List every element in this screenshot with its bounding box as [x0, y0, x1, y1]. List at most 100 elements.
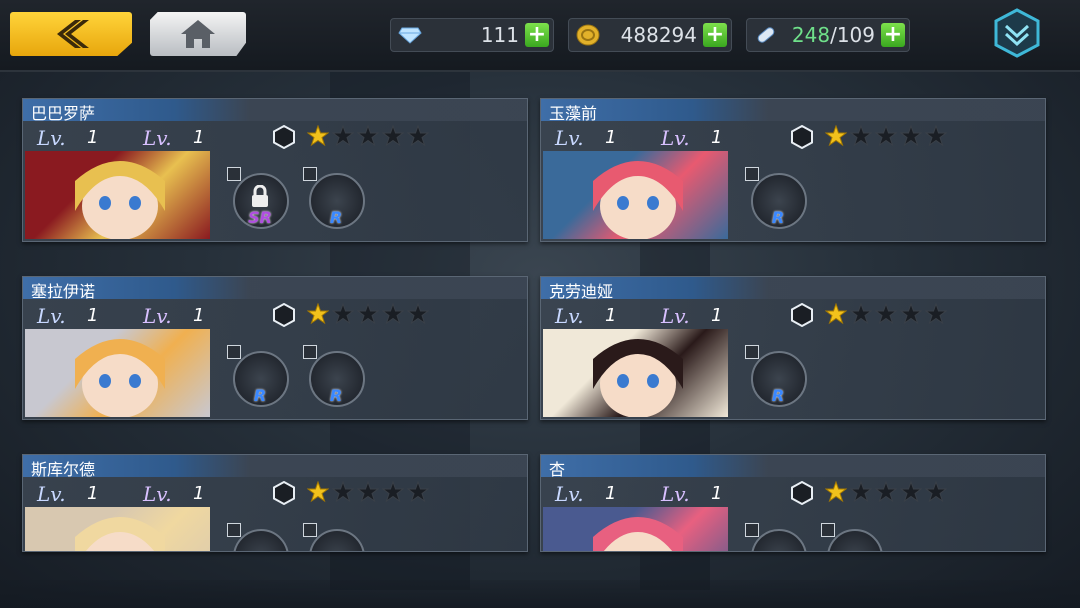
portrait-face [75, 161, 165, 239]
level-row: Lv. 1 [35, 481, 98, 505]
level-value: 1 [605, 304, 617, 326]
back-arrow-icon [57, 20, 89, 48]
svg-text:Lv.: Lv. [142, 126, 172, 149]
star-rating [825, 125, 947, 149]
equipment-slot[interactable]: R [303, 345, 369, 411]
character-name-bar: 克劳迪娅 [541, 277, 1045, 301]
equipment-slot[interactable] [745, 523, 811, 551]
star-icon [900, 481, 922, 503]
level-value: 1 [87, 126, 99, 148]
level-icon: Lv. [142, 304, 172, 327]
stamina-current: 248 [791, 23, 831, 47]
star-icon [925, 303, 947, 325]
character-name: 杏 [549, 460, 566, 479]
hexagon-icon [791, 303, 813, 327]
level-row: Lv. 1 [659, 125, 722, 149]
slot-corner [821, 523, 835, 537]
equipment-slot[interactable]: R [303, 167, 369, 233]
gem-counter: 111 + [390, 18, 554, 52]
level-icon: Lv. [142, 482, 172, 505]
portrait-face [593, 517, 683, 551]
hexagon-icon [273, 125, 295, 149]
character-card[interactable]: 克劳迪娅 Lv. 1 Lv. 1 R [540, 276, 1046, 420]
equipment-slot[interactable]: R [227, 345, 293, 411]
equipment-icon [827, 529, 883, 551]
equipment-icon [309, 529, 365, 551]
svg-text:Lv.: Lv. [660, 482, 690, 505]
svg-text:Lv.: Lv. [660, 304, 690, 327]
star-rating [825, 481, 947, 505]
level-icon: Lv. [36, 304, 66, 327]
character-name: 克劳迪娅 [549, 282, 614, 301]
level-value: 1 [193, 126, 205, 148]
svg-text:Lv.: Lv. [554, 126, 584, 149]
character-card[interactable]: 斯库尔德 Lv. 1 Lv. 1 [22, 454, 528, 552]
slot-corner [745, 345, 759, 359]
level-row: Lv. 1 [35, 303, 98, 327]
star-icon [332, 481, 354, 503]
star-icon [850, 125, 872, 147]
svg-text:Lv.: Lv. [142, 482, 172, 505]
character-card[interactable]: 杏 Lv. 1 Lv. 1 [540, 454, 1046, 552]
stamina-pill-icon [753, 24, 779, 46]
level-row: Lv. 1 [659, 481, 722, 505]
equipment-slot[interactable]: R [745, 167, 811, 233]
star-rating [307, 303, 429, 327]
level-icon: Lv. [660, 482, 690, 505]
svg-text:Lv.: Lv. [36, 482, 66, 505]
gem-plus-button[interactable]: + [525, 23, 549, 47]
star-icon [357, 125, 379, 147]
level-icon: Lv. [36, 482, 66, 505]
star-icon [407, 303, 429, 325]
star-icon [382, 125, 404, 147]
back-button[interactable] [10, 12, 132, 56]
coin-icon [575, 24, 601, 46]
star-rating [825, 303, 947, 327]
rarity-label: R [771, 386, 785, 405]
star-icon [407, 125, 429, 147]
level-row: Lv. 1 [141, 481, 204, 505]
equipment-icon [233, 529, 289, 551]
star-icon [357, 481, 379, 503]
level-row: Lv. 1 [141, 303, 204, 327]
home-icon [181, 20, 215, 48]
star-icon [382, 303, 404, 325]
level-row: Lv. 1 [553, 303, 616, 327]
level-icon: Lv. [36, 126, 66, 149]
level-icon: Lv. [142, 126, 172, 149]
character-card[interactable]: 玉藻前 Lv. 1 Lv. 1 R [540, 98, 1046, 242]
rarity-label: R [329, 208, 343, 227]
equipment-slot[interactable]: SR [227, 167, 293, 233]
gem-icon [397, 24, 423, 46]
gold-plus-button[interactable]: + [703, 23, 727, 47]
level-value: 1 [193, 482, 205, 504]
level-icon: Lv. [554, 304, 584, 327]
portrait-face [593, 161, 683, 239]
hexagon-icon [273, 481, 295, 505]
equipment-slot[interactable] [303, 523, 369, 551]
svg-text:Lv.: Lv. [554, 304, 584, 327]
gem-count: 111 [480, 23, 519, 47]
rarity-label: SR [248, 208, 272, 227]
level-value: 1 [87, 304, 99, 326]
character-name: 巴巴罗萨 [31, 104, 96, 123]
svg-text:Lv.: Lv. [142, 304, 172, 327]
character-name-bar: 巴巴罗萨 [23, 99, 527, 123]
rarity-label: R [253, 386, 267, 405]
hexagon-icon [791, 125, 813, 149]
level-icon: Lv. [660, 126, 690, 149]
svg-text:Lv.: Lv. [36, 126, 66, 149]
menu-button[interactable] [994, 8, 1040, 58]
character-card[interactable]: 巴巴罗萨 Lv. 1 Lv. 1 SR R [22, 98, 528, 242]
stamina-value: 248/109 [779, 23, 881, 47]
rarity-label: R [329, 386, 343, 405]
equipment-slot[interactable] [227, 523, 293, 551]
stamina-plus-button[interactable]: + [881, 23, 905, 47]
level-value: 1 [605, 482, 617, 504]
equipment-slot[interactable]: R [745, 345, 811, 411]
lock-icon [252, 185, 268, 207]
character-card[interactable]: 塞拉伊诺 Lv. 1 Lv. 1 R R [22, 276, 528, 420]
hexagon-icon [273, 303, 295, 327]
equipment-slot[interactable] [821, 523, 887, 551]
home-button[interactable] [150, 12, 246, 56]
